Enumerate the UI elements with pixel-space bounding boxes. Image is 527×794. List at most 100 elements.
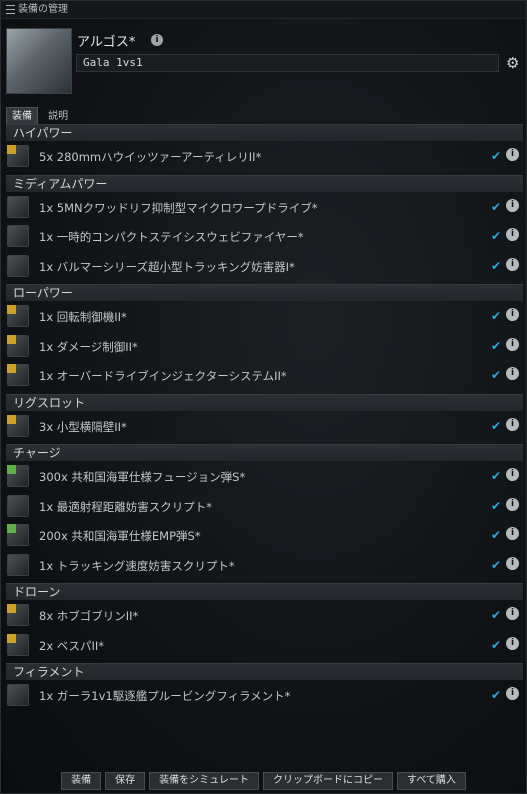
info-icon[interactable]: i <box>506 367 519 380</box>
list-item[interactable]: 1x 最適射程距離妨害スクリプト* ✔ i <box>6 493 523 521</box>
script-icon <box>7 494 29 517</box>
check-icon: ✔ <box>491 528 502 542</box>
group-header[interactable]: ローパワー <box>6 284 523 301</box>
item-label: 1x 5MNクワッドリフ抑制型マイクロワープドライブ* <box>39 200 318 215</box>
info-icon[interactable]: i <box>506 228 519 241</box>
filament-icon <box>7 684 29 706</box>
fusion-ammo-icon <box>7 465 29 487</box>
simulate-fitting-button[interactable]: 装備をシミュレート <box>149 772 259 790</box>
check-icon: ✔ <box>491 199 502 214</box>
group-header[interactable]: ミディアムパワー <box>6 174 523 192</box>
tech-level-badge <box>7 334 16 344</box>
tech-level-badge <box>7 604 16 613</box>
item-label: 1x 一時的コンパクトステイシスウェビファイヤー* <box>39 230 304 244</box>
item-label: 1x ダメージ制御II* <box>39 339 138 354</box>
list-item[interactable]: 1x バルマーシリーズ超小型トラッキング妨害器I* ✔ i <box>6 253 523 281</box>
list-item[interactable]: 5x 280mmハウイッツァーアーティレリII* ✔ i <box>6 143 523 171</box>
info-icon[interactable]: i <box>506 687 519 700</box>
list-item[interactable]: 1x オーバードライブインジェクターシステムII* ✔ i <box>6 362 523 390</box>
item-label: 3x 小型横隔壁II* <box>39 419 127 434</box>
ship-info-icon[interactable]: i <box>151 34 163 46</box>
ship-name: アルゴス* <box>77 35 136 50</box>
item-label: 5x 280mmハウイッツァーアーティレリII* <box>39 150 262 164</box>
item-label: 200x 共和国海軍仕様EMP弾S* <box>39 529 201 543</box>
list-item[interactable]: 200x 共和国海軍仕様EMP弾S* ✔ i <box>6 522 523 550</box>
buy-all-button[interactable]: すべて購入 <box>396 772 466 790</box>
tracking-disruptor-icon <box>7 254 29 277</box>
tech-level-badge <box>7 414 16 424</box>
info-icon[interactable]: i <box>506 636 519 650</box>
group-header[interactable]: ハイパワー <box>6 124 523 141</box>
list-item[interactable]: 1x ダメージ制御II* ✔ i <box>6 333 523 361</box>
group-header[interactable]: フィラメント <box>6 663 523 680</box>
check-icon: ✔ <box>491 368 502 382</box>
info-icon[interactable]: i <box>506 337 519 351</box>
title-bar: 装備の管理 <box>1 1 526 19</box>
check-icon: ✔ <box>491 338 502 353</box>
list-item[interactable]: 1x 5MNクワッドリフ抑制型マイクロワープドライブ* ✔ i <box>6 194 523 222</box>
save-button[interactable]: 保存 <box>105 772 146 790</box>
check-icon: ✔ <box>491 149 502 163</box>
gear-icon[interactable]: ⚙ <box>506 55 519 71</box>
fitting-management-window: 装備の管理 アルゴス* i Gala 1vs1 ⚙ 装備 説明 ハイパワー 5x … <box>0 0 527 794</box>
tech-level-badge <box>7 364 16 373</box>
fit-button[interactable]: 装備 <box>61 772 102 790</box>
damage-control-icon <box>7 334 29 357</box>
overdrive-injector-icon <box>7 364 29 386</box>
drone-icon <box>7 604 29 626</box>
item-label: 1x オーバードライブインジェクターシステムII* <box>39 369 287 383</box>
artillery-icon <box>7 145 29 167</box>
list-item[interactable]: 1x トラッキング速度妨害スクリプト* ✔ i <box>6 552 523 580</box>
tech-level-badge <box>7 465 16 474</box>
item-label: 1x ガーラ1v1駆逐艦プルービングフィラメント* <box>39 689 291 703</box>
tab-description[interactable]: 説明 <box>43 108 73 125</box>
list-item[interactable]: 2x ベスパII* ✔ i <box>6 632 523 660</box>
hamburger-menu-icon[interactable] <box>6 5 15 14</box>
bottom-button-bar: 装備 保存 装備をシミュレート クリップボードにコピー すべて購入 <box>1 769 526 793</box>
tech-level-badge <box>7 305 16 314</box>
tech-level-badge <box>7 524 16 533</box>
check-icon: ✔ <box>491 637 502 652</box>
info-icon[interactable]: i <box>506 257 519 271</box>
item-label: 1x トラッキング速度妨害スクリプト* <box>39 558 235 573</box>
list-item[interactable]: 300x 共和国海軍仕様フュージョン弾S* ✔ i <box>6 463 523 491</box>
info-icon[interactable]: i <box>506 308 519 321</box>
info-icon[interactable]: i <box>506 468 519 481</box>
info-icon[interactable]: i <box>506 417 519 431</box>
group-header[interactable]: リグスロット <box>6 393 523 411</box>
copy-to-clipboard-button[interactable]: クリップボードにコピー <box>262 772 393 790</box>
tab-bar: 装備 説明 <box>6 104 73 126</box>
list-item[interactable]: 8x ホブゴブリンII* ✔ i <box>6 602 523 630</box>
stasis-webifier-icon <box>7 225 29 247</box>
tech-level-badge <box>7 145 16 154</box>
check-icon: ✔ <box>491 688 502 702</box>
check-icon: ✔ <box>491 229 502 243</box>
list-item[interactable]: 3x 小型横隔壁II* ✔ i <box>6 413 523 441</box>
list-item[interactable]: 1x ガーラ1v1駆逐艦プルービングフィラメント* ✔ i <box>6 682 523 710</box>
gyrostabilizer-icon <box>7 305 29 327</box>
emp-ammo-icon <box>7 524 29 546</box>
list-item[interactable]: 1x 回転制御機II* ✔ i <box>6 303 523 331</box>
check-icon: ✔ <box>491 418 502 433</box>
info-icon[interactable]: i <box>506 527 519 540</box>
list-item[interactable]: 1x 一時的コンパクトステイシスウェビファイヤー* ✔ i <box>6 223 523 251</box>
group-header[interactable]: チャージ <box>6 444 523 461</box>
info-icon[interactable]: i <box>506 556 519 570</box>
check-icon: ✔ <box>491 469 502 483</box>
bulkhead-rig-icon <box>7 414 29 437</box>
check-icon: ✔ <box>491 309 502 323</box>
check-icon: ✔ <box>491 557 502 572</box>
check-icon: ✔ <box>491 608 502 622</box>
group-header[interactable]: ドローン <box>6 583 523 600</box>
check-icon: ✔ <box>491 498 502 513</box>
info-icon[interactable]: i <box>506 497 519 511</box>
info-icon[interactable]: i <box>506 148 519 161</box>
item-label: 1x バルマーシリーズ超小型トラッキング妨害器I* <box>39 259 295 274</box>
info-icon[interactable]: i <box>506 198 519 212</box>
item-label: 300x 共和国海軍仕様フュージョン弾S* <box>39 470 246 484</box>
info-icon[interactable]: i <box>506 607 519 620</box>
ship-thumbnail[interactable] <box>6 28 72 94</box>
item-label: 2x ベスパII* <box>39 638 105 653</box>
fit-name-input[interactable]: Gala 1vs1 <box>76 54 499 72</box>
script-icon <box>7 553 29 576</box>
